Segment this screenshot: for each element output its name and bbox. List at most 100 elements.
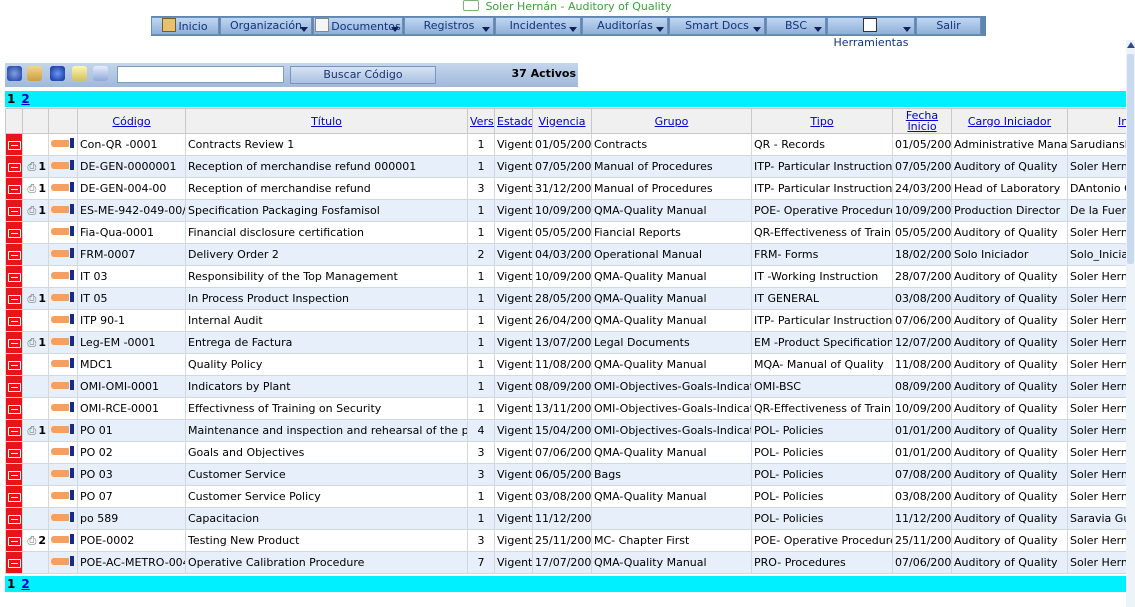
hand-pointer-icon[interactable] xyxy=(51,138,77,148)
action-cell[interactable] xyxy=(48,463,78,486)
open-document-icon[interactable] xyxy=(7,184,21,194)
row-flag-cell[interactable] xyxy=(5,353,23,376)
row-flag-cell[interactable] xyxy=(5,507,23,530)
table-row[interactable]: ⎙ 1 DE-GEN-0000001 Reception of merchandise… xyxy=(5,155,1126,178)
action-cell[interactable] xyxy=(48,507,78,530)
search-input[interactable] xyxy=(117,66,284,83)
row-flag-cell[interactable] xyxy=(5,419,23,442)
hand-pointer-icon[interactable] xyxy=(51,424,77,434)
open-document-icon[interactable] xyxy=(7,360,21,370)
action-cell[interactable] xyxy=(48,287,78,310)
hand-pointer-icon[interactable] xyxy=(51,380,77,390)
paperclip-icon[interactable]: ⎙ xyxy=(28,160,37,173)
hand-pointer-icon[interactable] xyxy=(51,248,77,258)
header-cargo-iniciador[interactable]: Cargo Iniciador xyxy=(951,108,1068,134)
table-row[interactable]: IT 03 Responsibility of the Top Managemen… xyxy=(5,265,1126,288)
table-row[interactable]: Con-QR -0001Contracts Review 11Vigente01… xyxy=(5,133,1126,156)
row-flag-cell[interactable] xyxy=(5,441,23,464)
hand-pointer-icon[interactable] xyxy=(51,270,77,280)
row-flag-cell[interactable] xyxy=(5,309,23,332)
hand-pointer-icon[interactable] xyxy=(51,556,77,566)
page-2-bottom[interactable]: 2 xyxy=(21,577,29,591)
table-row[interactable]: FRM-0007Delivery Order 22Vigente04/03/20… xyxy=(5,243,1126,266)
action-cell[interactable] xyxy=(48,375,78,398)
documents-icon[interactable] xyxy=(27,66,42,81)
open-document-icon[interactable] xyxy=(7,228,21,238)
header-vigencia[interactable]: Vigencia xyxy=(532,108,592,134)
table-row[interactable]: PO 02Goals and Objectives3Vigente07/06/2… xyxy=(5,441,1126,464)
open-document-icon[interactable] xyxy=(7,272,21,282)
open-document-icon[interactable] xyxy=(7,492,21,502)
row-flag-cell[interactable] xyxy=(5,177,23,200)
row-flag-cell[interactable] xyxy=(5,287,23,310)
find-icon[interactable] xyxy=(93,66,108,81)
menu-salir[interactable]: Salir xyxy=(916,17,981,35)
table-row[interactable]: POE-AC-METRO-0042 Operative Calibration P… xyxy=(5,551,1126,574)
action-cell[interactable] xyxy=(48,309,78,332)
menu-smart-docs[interactable]: Smart Docs xyxy=(669,17,765,35)
hand-pointer-icon[interactable] xyxy=(51,402,77,412)
row-flag-cell[interactable] xyxy=(5,199,23,222)
open-document-icon[interactable] xyxy=(7,140,21,150)
menu-documentos[interactable]: Documentos xyxy=(313,17,403,35)
attachment-cell[interactable]: ⎙ 1 xyxy=(22,177,49,200)
open-document-icon[interactable] xyxy=(7,338,21,348)
table-row[interactable]: ⎙2POE-0002Testing New Product3Vigente25/… xyxy=(5,529,1126,552)
next-icon[interactable] xyxy=(50,66,65,81)
table-row[interactable]: Fia-Qua-0001 Financial disclosure certifi… xyxy=(5,221,1126,244)
hand-pointer-icon[interactable] xyxy=(51,292,77,302)
row-flag-cell[interactable] xyxy=(5,155,23,178)
table-row[interactable]: ITP 90-1Internal Audit1Vigente26/04/2007… xyxy=(5,309,1126,332)
header-iniciador[interactable]: In xyxy=(1067,108,1126,134)
action-cell[interactable] xyxy=(48,485,78,508)
hand-pointer-icon[interactable] xyxy=(51,182,77,192)
paperclip-icon[interactable]: ⎙ xyxy=(28,204,37,217)
action-cell[interactable] xyxy=(48,353,78,376)
action-cell[interactable] xyxy=(48,265,78,288)
row-flag-cell[interactable] xyxy=(5,463,23,486)
open-document-icon[interactable] xyxy=(7,316,21,326)
attachment-cell[interactable]: ⎙ 1 xyxy=(22,419,49,442)
hand-pointer-icon[interactable] xyxy=(51,226,77,236)
hand-pointer-icon[interactable] xyxy=(51,446,77,456)
hand-pointer-icon[interactable] xyxy=(51,160,77,170)
paperclip-icon[interactable]: ⎙ xyxy=(28,292,37,305)
row-flag-cell[interactable] xyxy=(5,551,23,574)
row-flag-cell[interactable] xyxy=(5,485,23,508)
open-document-icon[interactable] xyxy=(7,514,21,524)
attachment-cell[interactable]: ⎙ 1 xyxy=(22,331,49,354)
action-cell[interactable] xyxy=(48,397,78,420)
hand-pointer-icon[interactable] xyxy=(51,336,77,346)
open-document-icon[interactable] xyxy=(7,294,21,304)
row-flag-cell[interactable] xyxy=(5,375,23,398)
row-flag-cell[interactable] xyxy=(5,133,23,156)
page-1-bottom[interactable]: 1 xyxy=(7,577,15,591)
hand-pointer-icon[interactable] xyxy=(51,512,77,522)
row-flag-cell[interactable] xyxy=(5,265,23,288)
table-row[interactable]: ⎙ 1 DE-GEN-004-00 Reception of merchandise … xyxy=(5,177,1126,200)
attachment-cell[interactable]: ⎙ 2 xyxy=(22,529,49,552)
open-document-icon[interactable] xyxy=(7,404,21,414)
help-icon[interactable] xyxy=(7,66,22,81)
hand-pointer-icon[interactable] xyxy=(51,468,77,478)
header-codigo[interactable]: Código xyxy=(77,108,186,134)
header-tipo[interactable]: Tipo xyxy=(751,108,893,134)
action-cell[interactable] xyxy=(48,529,78,552)
paperclip-icon[interactable]: ⎙ xyxy=(28,336,37,349)
open-document-icon[interactable] xyxy=(7,448,21,458)
attachment-cell[interactable]: ⎙ 1 xyxy=(22,155,49,178)
table-row[interactable]: ⎙ 1 ES-ME-942-049-00/1 Specification Packag… xyxy=(5,199,1126,222)
row-flag-cell[interactable] xyxy=(5,529,23,552)
table-row[interactable]: ⎙1Leg-EM -0001Entrega de Factura1Vigente… xyxy=(5,331,1126,354)
paperclip-icon[interactable]: ⎙ xyxy=(28,182,37,195)
open-document-icon[interactable] xyxy=(7,558,21,568)
action-cell[interactable] xyxy=(48,243,78,266)
table-row[interactable]: ⎙ 1 PO 01 Maintenance and inspection and re… xyxy=(5,419,1126,442)
search-code-button[interactable]: Buscar Código xyxy=(290,66,436,84)
vertical-scrollbar[interactable] xyxy=(1126,40,1135,607)
table-row[interactable]: MDC1Quality Policy1Vigente11/08/2000QMA-… xyxy=(5,353,1126,376)
menu-registros[interactable]: Registros xyxy=(404,17,494,35)
open-document-icon[interactable] xyxy=(7,250,21,260)
paperclip-icon[interactable]: ⎙ xyxy=(28,534,37,547)
attachment-cell[interactable]: ⎙ 1 xyxy=(22,199,49,222)
